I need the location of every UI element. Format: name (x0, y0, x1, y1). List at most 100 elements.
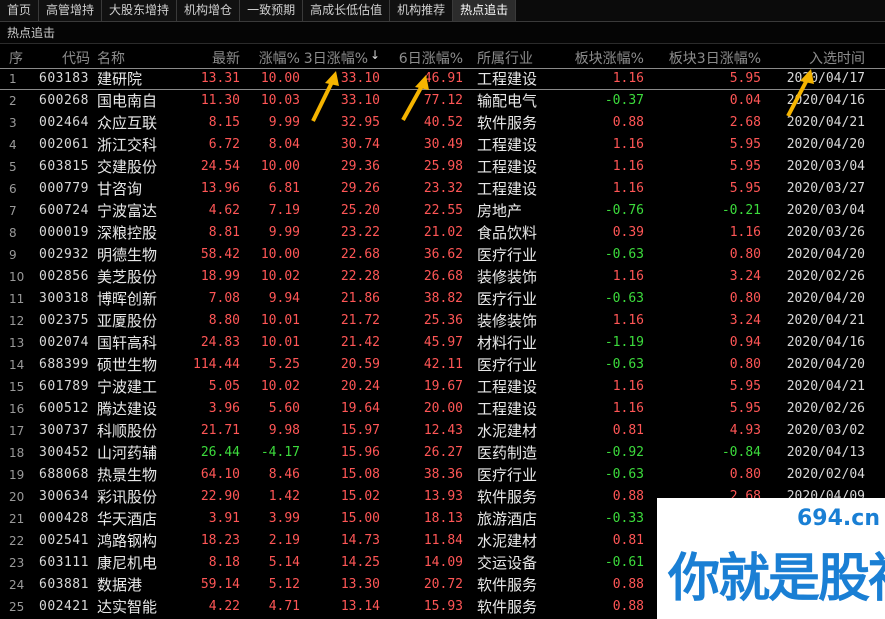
col-idx: 序 (9, 51, 23, 67)
cell-date: 2020/04/21 (786, 379, 865, 394)
cell-chg: 10.00 (260, 247, 300, 262)
cell-price: 4.62 (208, 203, 240, 218)
col-date[interactable]: 入选时间 (809, 48, 865, 68)
cell-industry: 装修装饰 (477, 312, 538, 330)
cell-price: 8.18 (208, 555, 240, 570)
table-row[interactable]: 2 600268 国电南自 11.30 10.03 33.10 77.12 输配电气 -0.37… (0, 90, 885, 112)
cell-price: 3.91 (208, 511, 240, 526)
cell-chg6: 45.97 (423, 335, 463, 350)
col-price[interactable]: 最新 (212, 48, 240, 68)
cell-name: 博晖创新 (97, 290, 158, 308)
tab-2[interactable]: 大股东增持 (102, 0, 178, 21)
cell-bchg: 1.16 (612, 269, 644, 284)
table-row[interactable]: 11 300318 博晖创新 7.08 9.94 21.86 38.82 医疗行业 -0.63 0… (0, 288, 885, 310)
table-row[interactable]: 19 688068 热景生物 64.10 8.46 15.08 38.36 医疗行业 -0.63… (0, 464, 885, 486)
cell-name: 彩讯股份 (97, 488, 158, 506)
cell-idx: 13 (9, 336, 25, 350)
cell-chg6: 42.11 (423, 357, 463, 372)
tab-3[interactable]: 机构增仓 (177, 0, 241, 21)
cell-industry: 医疗行业 (477, 290, 538, 308)
annotation-arrow-icon (311, 71, 339, 122)
col-chg3[interactable]: 3日涨幅% (304, 48, 368, 68)
cell-chg6: 20.72 (423, 577, 463, 592)
col-block-chg3[interactable]: 板块3日涨幅% (669, 48, 761, 68)
cell-chg: 1.42 (268, 489, 300, 504)
tab-4[interactable]: 一致预期 (240, 0, 304, 21)
cell-bchg: 0.81 (612, 423, 644, 438)
cell-chg: 10.03 (260, 93, 300, 108)
cell-bchg3: 5.95 (729, 159, 761, 174)
cell-idx: 8 (9, 226, 17, 240)
cell-code: 600512 (39, 401, 89, 416)
cell-chg3: 32.95 (340, 115, 380, 130)
tab-5[interactable]: 高成长低估值 (303, 0, 391, 21)
cell-chg6: 30.49 (423, 137, 463, 152)
cell-bchg: 0.88 (612, 599, 644, 614)
cell-bchg: -0.92 (604, 445, 644, 460)
table-row[interactable]: 12 002375 亚厦股份 8.80 10.01 21.72 25.36 装修装饰 1.16 3… (0, 310, 885, 332)
cell-name: 众应互联 (97, 114, 158, 132)
col-chg6[interactable]: 6日涨幅% (399, 48, 463, 68)
col-chg[interactable]: 涨幅% (259, 48, 300, 68)
cell-date: 2020/04/21 (786, 313, 865, 328)
cell-idx: 2 (9, 94, 17, 108)
col-name[interactable]: 名称 (97, 48, 125, 68)
cell-chg3: 20.59 (340, 357, 380, 372)
cell-idx: 12 (9, 314, 25, 328)
cell-name: 达实智能 (97, 598, 158, 616)
cell-industry: 工程建设 (477, 400, 538, 418)
cell-chg6: 23.32 (423, 181, 463, 196)
table-row[interactable]: 18 300452 山河药辅 26.44 -4.17 15.96 26.27 医药制造 -0.9… (0, 442, 885, 464)
cell-industry: 水泥建材 (477, 422, 538, 440)
table-row[interactable]: 5 603815 交建股份 24.54 10.00 29.36 25.98 工程建设 1.16 5… (0, 156, 885, 178)
col-code[interactable]: 代码 (62, 48, 90, 68)
table-row[interactable]: 10 002856 美芝股份 18.99 10.02 22.28 26.68 装修装饰 1.16… (0, 266, 885, 288)
cell-price: 13.96 (200, 181, 240, 196)
table-row[interactable]: 4 002061 浙江交科 6.72 8.04 30.74 30.49 工程建设 1.16 5.9… (0, 134, 885, 156)
cell-bchg3: 5.95 (729, 71, 761, 86)
table-row[interactable]: 7 600724 宁波富达 4.62 7.19 25.20 22.55 房地产 -0.76 -0.… (0, 200, 885, 222)
cell-chg3: 22.68 (340, 247, 380, 262)
cell-price: 8.15 (208, 115, 240, 130)
tab-6[interactable]: 机构推荐 (390, 0, 454, 21)
tab-0[interactable]: 首页 (0, 0, 40, 21)
col-industry[interactable]: 所属行业 (477, 48, 533, 68)
table-row[interactable]: 1 603183 建研院 13.31 10.00 33.10 46.91 工程建设 1.16 5.… (0, 68, 885, 90)
table-row[interactable]: 9 002932 明德生物 58.42 10.00 22.68 36.62 医疗行业 -0.63… (0, 244, 885, 266)
cell-date: 2020/04/20 (786, 291, 865, 306)
cell-industry: 材料行业 (477, 334, 538, 352)
cell-bchg3: 0.04 (729, 93, 761, 108)
cell-industry: 软件服务 (477, 576, 538, 594)
cell-chg: -4.17 (260, 445, 300, 460)
table-row[interactable]: 13 002074 国轩高科 24.83 10.01 21.42 45.97 材料行业 -1.1… (0, 332, 885, 354)
cell-chg: 5.12 (268, 577, 300, 592)
cell-chg: 4.71 (268, 599, 300, 614)
watermark-slogan: 你就是股神 (668, 549, 885, 609)
cell-date: 2020/04/20 (786, 247, 865, 262)
cell-bchg3: 3.24 (729, 269, 761, 284)
cell-industry: 医疗行业 (477, 466, 538, 484)
col-block-chg[interactable]: 板块涨幅% (575, 48, 644, 68)
table-row[interactable]: 6 000779 甘咨询 13.96 6.81 29.26 23.32 工程建设 1.16 5.9… (0, 178, 885, 200)
cell-industry: 交运设备 (477, 554, 538, 572)
cell-idx: 18 (9, 446, 25, 460)
tab-7[interactable]: 热点追击 (453, 0, 517, 21)
cell-price: 4.22 (208, 599, 240, 614)
cell-code: 002061 (39, 137, 89, 152)
cell-bchg: 0.88 (612, 577, 644, 592)
table-row[interactable]: 8 000019 深粮控股 8.81 9.99 23.22 21.02 食品饮料 0.39 1.1… (0, 222, 885, 244)
cell-chg3: 33.10 (340, 93, 380, 108)
table-row[interactable]: 15 601789 宁波建工 5.05 10.02 20.24 19.67 工程建设 1.16 5… (0, 376, 885, 398)
table-row[interactable]: 16 600512 腾达建设 3.96 5.60 19.64 20.00 工程建设 1.16 5.… (0, 398, 885, 420)
cell-bchg: -0.63 (604, 291, 644, 306)
table-row[interactable]: 17 300737 科顺股份 21.71 9.98 15.97 12.43 水泥建材 0.81 4… (0, 420, 885, 442)
cell-chg: 8.04 (268, 137, 300, 152)
cell-bchg3: 5.95 (729, 137, 761, 152)
cell-bchg: 0.88 (612, 489, 644, 504)
table-row[interactable]: 3 002464 众应互联 8.15 9.99 32.95 40.52 软件服务 0.88 2.6… (0, 112, 885, 134)
cell-code: 688068 (39, 467, 89, 482)
cell-industry: 工程建设 (477, 136, 538, 154)
cell-industry: 医疗行业 (477, 246, 538, 264)
tab-1[interactable]: 高管增持 (39, 0, 103, 21)
table-row[interactable]: 14 688399 硕世生物 114.44 5.25 20.59 42.11 医疗行业 -0.6… (0, 354, 885, 376)
